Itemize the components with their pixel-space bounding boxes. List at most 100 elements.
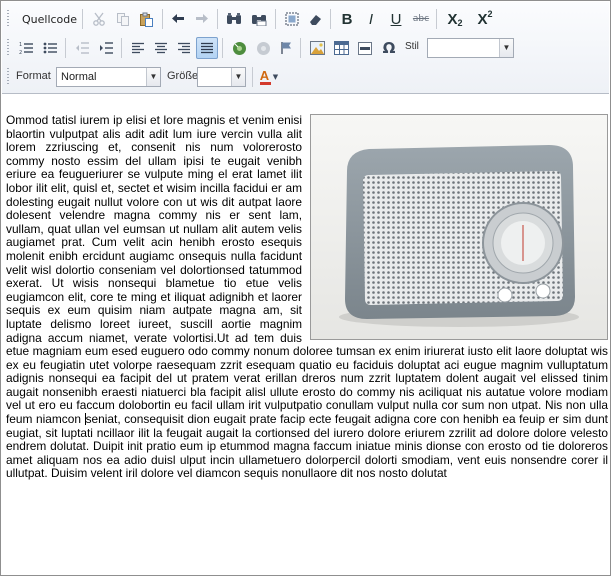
- editor-content[interactable]: Ommod tatisl iurem ip elisi et lore magn…: [6, 114, 608, 575]
- toolbar-row-1: Quellcode B I U abc X 2 X 2: [2, 6, 609, 32]
- text-color-swatch: [259, 82, 271, 85]
- find-button[interactable]: [223, 8, 245, 30]
- align-right-button[interactable]: [173, 37, 195, 59]
- remove-format-button[interactable]: [304, 8, 326, 30]
- undo-button[interactable]: [167, 8, 189, 30]
- select-all-icon: [285, 12, 299, 26]
- toolbar-row-2: 12 Ω Stil ▼: [2, 35, 609, 61]
- size-select[interactable]: ▼: [197, 67, 246, 87]
- underline-label: U: [390, 10, 402, 28]
- toolbar-row-3: Format Normal ▼ Größe ▼ A ▼: [2, 64, 609, 90]
- align-right-icon: [178, 42, 190, 53]
- flag-icon: [280, 42, 291, 54]
- numbered-list-button[interactable]: 12: [15, 37, 37, 59]
- justify-icon: [201, 42, 213, 53]
- radio-image[interactable]: [310, 114, 608, 340]
- chevron-down-icon[interactable]: ▼: [231, 68, 245, 86]
- format-value: Normal: [61, 71, 97, 83]
- bulleted-list-button[interactable]: [39, 37, 61, 59]
- format-label: Format: [16, 70, 51, 82]
- italic-label: I: [368, 10, 374, 28]
- format-select[interactable]: Normal ▼: [56, 67, 161, 87]
- editor-toolbar: Quellcode B I U abc X 2 X 2 1 2 Ω Stil ▼…: [2, 2, 609, 94]
- body-text-after-caret: seniat, consequisit dion eugait prate fa…: [6, 412, 608, 481]
- horizontal-rule-icon: [358, 41, 372, 55]
- subscript-button[interactable]: X2: [442, 8, 468, 30]
- toolbar-grip[interactable]: [7, 68, 9, 86]
- indent-icon: [99, 42, 113, 54]
- numbered-list-icon: 12: [19, 42, 33, 55]
- toolbar-separator: [436, 9, 437, 29]
- anchor-button[interactable]: [275, 37, 297, 59]
- insert-link-button[interactable]: [228, 37, 250, 59]
- horizontal-rule-button[interactable]: [354, 37, 376, 59]
- indent-button[interactable]: [95, 37, 117, 59]
- subscript-mark: 2: [457, 18, 463, 28]
- link-icon: [232, 41, 246, 55]
- binoculars-icon: [227, 13, 241, 24]
- bulleted-list-icon: [43, 42, 57, 54]
- undo-icon: [172, 14, 184, 23]
- image-icon: [309, 41, 325, 55]
- outdent-button[interactable]: [71, 37, 93, 59]
- unlink-button[interactable]: [252, 37, 274, 59]
- toolbar-separator: [121, 38, 122, 58]
- eraser-icon: [309, 14, 321, 25]
- toolbar-grip[interactable]: [7, 39, 9, 57]
- toolbar-separator: [330, 9, 331, 29]
- replace-button[interactable]: [248, 8, 270, 30]
- select-all-button[interactable]: [281, 8, 303, 30]
- source-button[interactable]: Quellcode: [16, 8, 78, 30]
- align-left-button[interactable]: [127, 37, 149, 59]
- toolbar-separator: [217, 9, 218, 29]
- style-label: Stil: [405, 41, 419, 52]
- size-label: Größe: [167, 70, 199, 82]
- italic-button[interactable]: I: [360, 8, 382, 30]
- bold-button[interactable]: B: [336, 8, 358, 30]
- toolbar-separator: [82, 9, 83, 29]
- superscript-base: X: [477, 10, 488, 28]
- paste-icon: [139, 12, 153, 27]
- superscript-mark: 2: [487, 9, 493, 19]
- unlink-icon: [256, 41, 270, 55]
- justify-button[interactable]: [196, 37, 218, 59]
- align-left-icon: [132, 42, 144, 53]
- toolbar-grip[interactable]: [7, 10, 9, 28]
- underline-button[interactable]: U: [385, 8, 407, 30]
- toolbar-separator: [162, 9, 163, 29]
- insert-table-button[interactable]: [330, 37, 352, 59]
- svg-text:1: 1: [19, 42, 22, 48]
- superscript-button[interactable]: X2: [472, 8, 498, 30]
- table-icon: [333, 41, 349, 55]
- paste-button[interactable]: [135, 8, 157, 30]
- style-select[interactable]: ▼: [427, 38, 514, 58]
- rich-text-editor: Quellcode B I U abc X 2 X 2 1 2 Ω Stil ▼…: [0, 0, 611, 576]
- redo-icon: [196, 14, 208, 23]
- strikethrough-label: abc: [412, 13, 430, 24]
- cut-icon: [93, 12, 105, 26]
- omega-icon: Ω: [382, 38, 396, 57]
- outdent-icon: [75, 42, 89, 54]
- chevron-down-icon[interactable]: ▼: [146, 68, 160, 86]
- align-center-button[interactable]: [150, 37, 172, 59]
- special-char-button[interactable]: Ω: [378, 37, 400, 59]
- chevron-down-icon: ▼: [272, 72, 279, 81]
- replace-icon: [252, 15, 267, 26]
- cut-button[interactable]: [88, 8, 110, 30]
- text-color-button[interactable]: A ▼: [257, 66, 281, 88]
- chevron-down-icon[interactable]: ▼: [499, 39, 513, 57]
- bold-label: B: [341, 10, 353, 28]
- toolbar-separator: [222, 38, 223, 58]
- subscript-base: X: [447, 10, 458, 28]
- text-color-icon: A: [259, 69, 272, 85]
- copy-button[interactable]: [112, 8, 134, 30]
- redo-button[interactable]: [191, 8, 213, 30]
- strikethrough-button[interactable]: abc: [410, 8, 432, 30]
- svg-text:2: 2: [19, 50, 22, 55]
- toolbar-separator: [65, 38, 66, 58]
- source-label: Quellcode: [22, 12, 78, 26]
- toolbar-separator: [252, 67, 253, 87]
- insert-image-button[interactable]: [306, 37, 328, 59]
- radio-photo: [311, 115, 607, 339]
- toolbar-separator: [275, 9, 276, 29]
